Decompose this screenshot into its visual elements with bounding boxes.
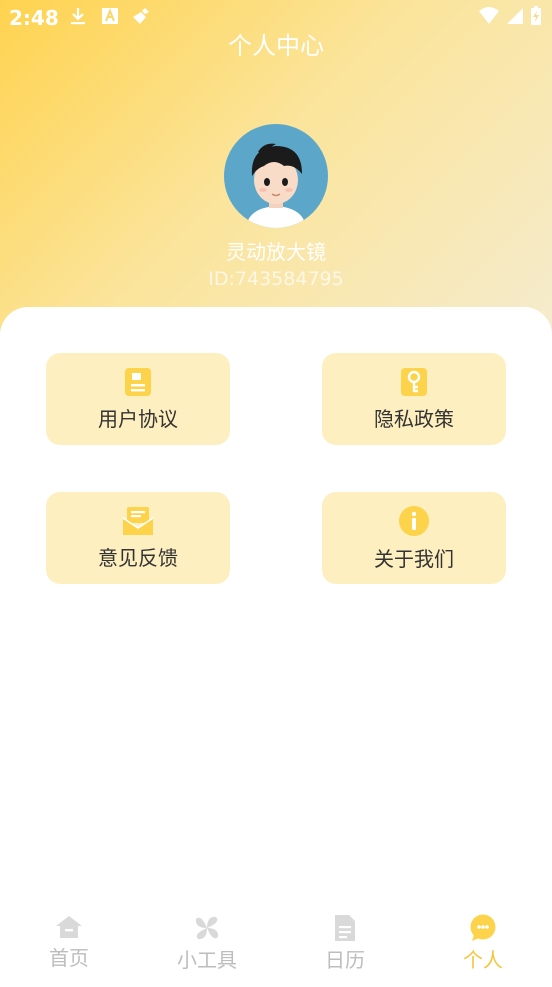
download-icon	[71, 8, 85, 25]
broom-icon	[133, 8, 149, 24]
envelope-icon	[122, 506, 154, 535]
tab-calendar[interactable]: 日历	[276, 910, 414, 987]
chat-bubble-icon	[470, 914, 496, 941]
tools-icon	[195, 916, 219, 940]
about-us-button[interactable]: 关于我们	[322, 492, 506, 584]
page-title: 个人中心	[228, 32, 324, 60]
menu-label: 隐私政策	[374, 406, 454, 431]
info-icon	[399, 505, 429, 536]
privacy-policy-button[interactable]: 隐私政策	[322, 353, 506, 445]
status-notification-icons	[68, 6, 152, 26]
tab-profile[interactable]: 个人	[414, 910, 552, 987]
tab-tools[interactable]: 小工具	[138, 910, 276, 987]
avatar-illustration	[246, 143, 306, 228]
user-name: 灵动放大镜	[226, 240, 326, 264]
feedback-button[interactable]: 意见反馈	[46, 492, 230, 584]
font-a-icon	[102, 8, 118, 24]
home-icon	[56, 916, 82, 938]
tab-label: 日历	[325, 948, 365, 972]
battery-charging-icon	[531, 6, 541, 25]
calendar-doc-icon	[335, 915, 355, 941]
document-icon	[125, 367, 151, 396]
menu-label: 意见反馈	[98, 545, 178, 570]
user-id: ID:743584795	[208, 268, 344, 290]
avatar[interactable]	[224, 124, 328, 228]
bottom-tab-bar: 首页 小工具 日历 个人	[0, 910, 552, 983]
wifi-icon	[479, 7, 499, 24]
status-system-icons	[478, 6, 542, 26]
key-icon	[401, 367, 427, 396]
menu-label: 关于我们	[374, 546, 454, 571]
tab-label: 小工具	[177, 948, 237, 972]
tab-home[interactable]: 首页	[0, 910, 138, 987]
user-agreement-button[interactable]: 用户协议	[46, 353, 230, 445]
menu-label: 用户协议	[98, 406, 178, 431]
tab-label: 首页	[49, 946, 89, 970]
signal-icon	[507, 8, 523, 24]
tab-label: 个人	[463, 948, 503, 972]
